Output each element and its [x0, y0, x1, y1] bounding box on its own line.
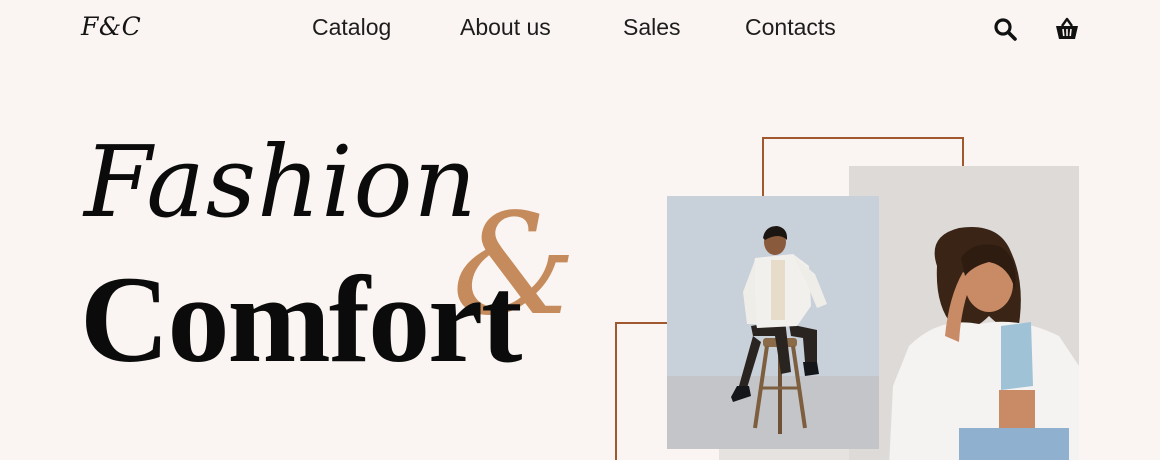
model-photo-man [667, 196, 879, 449]
brand-logo[interactable]: F&C [81, 12, 141, 41]
nav-sales[interactable]: Sales [623, 14, 681, 41]
model-photo-woman [849, 166, 1079, 460]
cart-button[interactable] [1053, 15, 1081, 43]
search-icon [994, 18, 1017, 41]
nav-about-us[interactable]: About us [460, 14, 551, 41]
search-button[interactable] [991, 15, 1019, 43]
nav-catalog[interactable]: Catalog [312, 14, 391, 41]
hero-title-comfort: Comfort [80, 251, 522, 388]
basket-icon [1056, 17, 1078, 39]
nav-contacts[interactable]: Contacts [745, 14, 836, 41]
hero-title-fashion: Fashion [84, 126, 478, 240]
